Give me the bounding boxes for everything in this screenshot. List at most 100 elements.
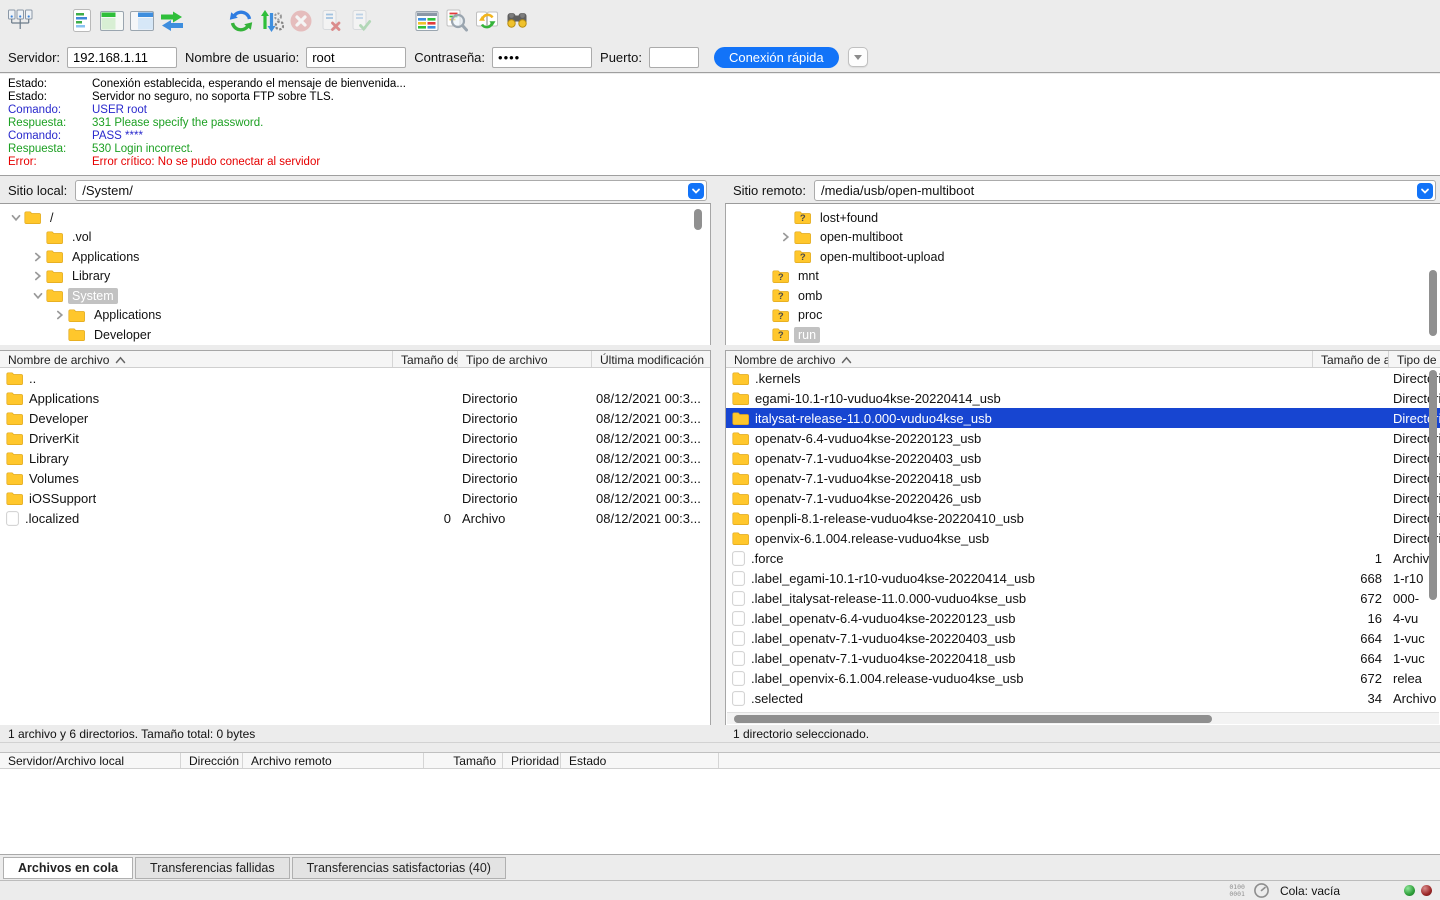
file-row[interactable]: iOSSupportDirectorio08/12/2021 00:3...	[0, 488, 710, 508]
refresh-button[interactable]	[226, 6, 256, 36]
queue-column-header-6[interactable]: Estado	[561, 753, 719, 768]
file-row[interactable]: DriverKitDirectorio08/12/2021 00:3...	[0, 428, 710, 448]
tree-expander[interactable]	[8, 214, 24, 222]
file-row[interactable]: ..	[0, 368, 710, 388]
remote-list-scrollbar[interactable]	[1429, 370, 1437, 600]
file-row[interactable]: openvix-6.1.004.release-vuduo4kse_usbDir…	[726, 528, 1440, 548]
expander-open-icon[interactable]	[33, 292, 43, 300]
reconnect-button[interactable]	[346, 6, 376, 36]
column-header-label: Tipo de archivo	[1397, 353, 1440, 367]
site-manager-button[interactable]	[5, 6, 35, 36]
file-row[interactable]: .kernelsDirectorio	[726, 368, 1440, 388]
file-row[interactable]: DeveloperDirectorio08/12/2021 00:3...	[0, 408, 710, 428]
tree-expander[interactable]	[52, 310, 68, 320]
tree-expander[interactable]	[778, 232, 794, 242]
file-row[interactable]: .label_openatv-7.1-vuduo4kse-20220418_us…	[726, 648, 1440, 668]
tree-item-system[interactable]: System	[0, 286, 710, 306]
directory-comparison-button[interactable]	[412, 6, 442, 36]
file-row[interactable]: openatv-7.1-vuduo4kse-20220426_usbDirect…	[726, 488, 1440, 508]
quickconnect-dropdown-button[interactable]	[848, 47, 868, 67]
file-name: .label_openatv-7.1-vuduo4kse-20220403_us…	[751, 631, 1016, 646]
tree-item--vol[interactable]: .vol	[0, 228, 710, 248]
tree-item--[interactable]: /	[0, 208, 710, 228]
file-row[interactable]: italysat-release-11.0.000-vuduo4kse_usbD…	[726, 408, 1440, 428]
toggle-queue-button[interactable]	[157, 6, 187, 36]
filename-filters-button[interactable]	[442, 6, 472, 36]
remote-path-combobox[interactable]: /media/usb/open-multiboot	[814, 180, 1436, 201]
tree-item-run[interactable]: ?run	[726, 325, 1440, 345]
quickconnect-button[interactable]: Conexión rápida	[714, 47, 839, 68]
file-row[interactable]: .label_openatv-7.1-vuduo4kse-20220403_us…	[726, 628, 1440, 648]
process-queue-button[interactable]	[256, 6, 286, 36]
tree-item-developer[interactable]: Developer	[0, 325, 710, 345]
queue-column-header-2[interactable]: Dirección	[181, 753, 243, 768]
toggle-local-tree-button[interactable]	[97, 6, 127, 36]
file-row[interactable]: VolumesDirectorio08/12/2021 00:3...	[0, 468, 710, 488]
port-input[interactable]	[649, 47, 699, 68]
column-header-2[interactable]: Tamaño de ar	[1313, 351, 1389, 367]
expander-closed-icon[interactable]	[782, 232, 790, 242]
synchronized-browsing-button[interactable]	[472, 6, 502, 36]
toggle-remote-tree-button[interactable]	[127, 6, 157, 36]
queue-column-header-1[interactable]: Servidor/Archivo local	[0, 753, 181, 768]
file-row[interactable]: .selected34Archivo	[726, 688, 1440, 708]
tree-item-proc[interactable]: ?proc	[726, 306, 1440, 326]
tree-item-applications[interactable]: Applications	[0, 306, 710, 326]
column-header-1[interactable]: Nombre de archivo	[726, 351, 1313, 367]
find-files-button[interactable]	[502, 6, 532, 36]
tree-item-open-multiboot-upload[interactable]: ?open-multiboot-upload	[726, 247, 1440, 267]
remote-tree-scrollbar[interactable]	[1429, 270, 1437, 336]
toggle-log-button[interactable]	[67, 6, 97, 36]
expander-open-icon[interactable]	[11, 214, 21, 222]
tab-transferencias[interactable]: Transferencias satisfactorias (40)	[292, 857, 506, 879]
tree-expander[interactable]	[30, 271, 46, 281]
column-header-1[interactable]: Nombre de archivo	[0, 351, 393, 367]
file-row[interactable]: egami-10.1-r10-vuduo4kse-20220414_usbDir…	[726, 388, 1440, 408]
file-row[interactable]: LibraryDirectorio08/12/2021 00:3...	[0, 448, 710, 468]
cancel-button[interactable]	[286, 6, 316, 36]
file-row[interactable]: ApplicationsDirectorio08/12/2021 00:3...	[0, 388, 710, 408]
tree-item-applications[interactable]: Applications	[0, 247, 710, 267]
tree-item-mnt[interactable]: ?mnt	[726, 267, 1440, 287]
disconnect-button[interactable]	[316, 6, 346, 36]
tree-item-omb[interactable]: ?omb	[726, 286, 1440, 306]
local-path-combobox[interactable]: /System/	[75, 180, 707, 201]
column-header-2[interactable]: Tamaño de archivo	[393, 351, 458, 367]
server-label: Servidor:	[8, 50, 60, 65]
file-row[interactable]: openatv-6.4-vuduo4kse-20220123_usbDirect…	[726, 428, 1440, 448]
file-row[interactable]: .force1Archivo	[726, 548, 1440, 568]
file-row[interactable]: .label_openatv-6.4-vuduo4kse-20220123_us…	[726, 608, 1440, 628]
tab-archivos[interactable]: Archivos en cola	[3, 857, 133, 879]
tree-expander[interactable]	[30, 292, 46, 300]
expander-closed-icon[interactable]	[56, 310, 64, 320]
tree-expander[interactable]	[30, 252, 46, 262]
tree-item-lost-found[interactable]: ?lost+found	[726, 208, 1440, 228]
column-header-3[interactable]: Tipo de archivo	[1389, 351, 1440, 367]
local-tree-scrollbar[interactable]	[694, 209, 702, 230]
column-header-3[interactable]: Tipo de archivo	[458, 351, 592, 367]
expander-closed-icon[interactable]	[34, 271, 42, 281]
remote-list-hscroll-thumb[interactable]	[734, 715, 1212, 723]
file-row[interactable]: .label_openvix-6.1.004.release-vuduo4kse…	[726, 668, 1440, 688]
file-row[interactable]: openatv-7.1-vuduo4kse-20220403_usbDirect…	[726, 448, 1440, 468]
username-input[interactable]	[306, 47, 406, 68]
file-row[interactable]: openatv-7.1-vuduo4kse-20220418_usbDirect…	[726, 468, 1440, 488]
server-input[interactable]	[67, 47, 177, 68]
file-row[interactable]: openpli-8.1-release-vuduo4kse-20220410_u…	[726, 508, 1440, 528]
file-row[interactable]: .localized0Archivo08/12/2021 00:3...	[0, 508, 710, 528]
expander-closed-icon[interactable]	[34, 252, 42, 262]
password-input[interactable]	[492, 47, 592, 68]
queue-column-header-4[interactable]: Tamaño	[424, 753, 503, 768]
remote-list-hscroll-track[interactable]	[727, 712, 1439, 724]
column-header-4[interactable]: Última modificación	[592, 351, 710, 367]
tab-transferencias[interactable]: Transferencias fallidas	[135, 857, 290, 879]
queue-column-header-3[interactable]: Archivo remoto	[243, 753, 424, 768]
queue-column-header-5[interactable]: Prioridad	[503, 753, 561, 768]
speed-limit-icon[interactable]	[1253, 882, 1270, 899]
file-row[interactable]: .label_italysat-release-11.0.000-vuduo4k…	[726, 588, 1440, 608]
tree-item-library[interactable]: Library	[0, 267, 710, 287]
chevron-down-icon[interactable]	[688, 183, 704, 199]
chevron-down-icon[interactable]	[1417, 183, 1433, 199]
file-row[interactable]: .label_egami-10.1-r10-vuduo4kse-20220414…	[726, 568, 1440, 588]
tree-item-open-multiboot[interactable]: open-multiboot	[726, 228, 1440, 248]
